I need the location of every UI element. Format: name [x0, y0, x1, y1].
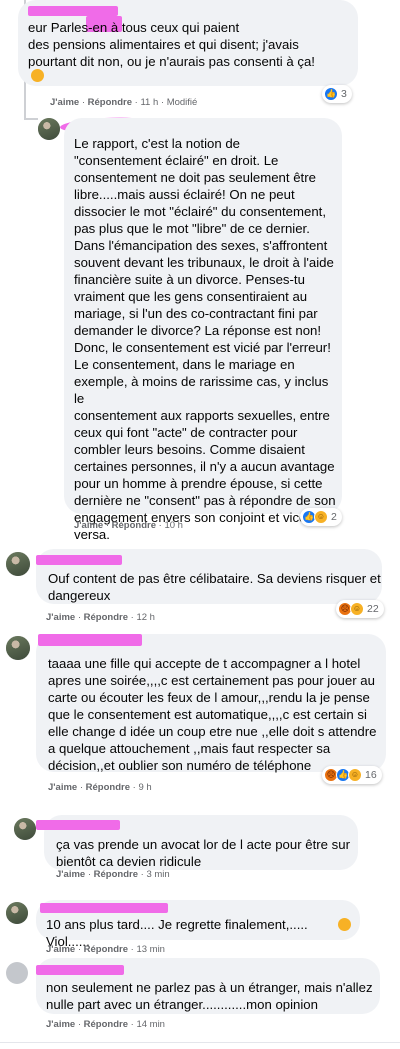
comment-timestamp[interactable]: 13 min — [136, 944, 165, 955]
like-button[interactable]: J'aime — [50, 97, 79, 108]
comment-actions: J'aime · Répondre · 13 min — [46, 944, 165, 955]
reaction-summary[interactable]: 👍 ☺ 2 — [300, 508, 342, 526]
reply-button[interactable]: Répondre — [84, 1019, 128, 1030]
comment-timestamp[interactable]: 14 min — [136, 1019, 165, 1030]
reaction-count: 22 — [367, 603, 379, 615]
comment-actions: J'aime · Répondre · 14 min — [46, 1019, 165, 1030]
reply-button[interactable]: Répondre — [94, 869, 138, 880]
redacted-author-name — [36, 555, 122, 565]
laughing-emoji-icon — [31, 69, 44, 82]
comment-text: Ouf content de pas être célibataire. Sa … — [48, 571, 381, 603]
reaction-summary[interactable]: 👍 3 — [322, 85, 352, 103]
thread-line — [24, 118, 38, 120]
comment-timestamp[interactable]: 3 min — [146, 869, 169, 880]
like-button[interactable]: J'aime — [46, 612, 75, 623]
reaction-count: 3 — [341, 88, 347, 100]
comment-timestamp[interactable]: 12 h — [136, 612, 155, 623]
avatar[interactable] — [6, 902, 28, 924]
comment-actions: J'aime · Répondre · 11 h · Modifié — [50, 97, 198, 108]
reply-button[interactable]: Répondre — [84, 944, 128, 955]
redacted-author-name — [36, 965, 124, 975]
redacted-author-name — [38, 634, 142, 646]
haha-reaction-icon: ☺ — [350, 602, 364, 616]
reaction-summary[interactable]: ☹ ☺ 22 — [336, 600, 384, 618]
comment-actions: J'aime · Répondre · 10 h — [74, 520, 183, 531]
bottom-divider — [0, 1042, 400, 1043]
reaction-count: 2 — [331, 511, 337, 523]
comment-text: Le rapport, c'est la notion de "consente… — [74, 136, 336, 542]
like-button[interactable]: J'aime — [46, 944, 75, 955]
comment-timestamp[interactable]: 9 h — [138, 782, 151, 793]
comment-text: eur Parles-en à tous ceux qui paient des… — [28, 20, 315, 69]
haha-reaction-icon: ☺ — [314, 510, 328, 524]
comment-actions: J'aime · Répondre · 3 min — [56, 869, 170, 880]
avatar[interactable] — [6, 636, 30, 660]
redacted-author-name — [28, 6, 118, 16]
comment-actions: J'aime · Répondre · 12 h — [46, 612, 155, 623]
like-button[interactable]: J'aime — [56, 869, 85, 880]
comment-timestamp[interactable]: 10 h — [164, 520, 183, 531]
like-reaction-icon: 👍 — [324, 87, 338, 101]
avatar[interactable] — [14, 818, 36, 840]
redacted-author-name — [40, 903, 168, 913]
raised-hand-emoji-icon — [338, 918, 351, 931]
reply-button[interactable]: Répondre — [112, 520, 156, 531]
reply-button[interactable]: Répondre — [88, 97, 132, 108]
comment-actions: J'aime · Répondre · 9 h — [48, 782, 152, 793]
like-button[interactable]: J'aime — [48, 782, 77, 793]
like-button[interactable]: J'aime — [46, 1019, 75, 1030]
redacted-author-name — [36, 820, 120, 830]
comment-text: taaaa une fille qui accepte de t accompa… — [48, 656, 377, 773]
haha-reaction-icon: ☺ — [348, 768, 362, 782]
avatar[interactable] — [6, 962, 28, 984]
reaction-summary[interactable]: ☹ 👍 ☺ 16 — [322, 766, 382, 784]
reply-button[interactable]: Répondre — [86, 782, 130, 793]
edited-label: Modifié — [166, 97, 198, 108]
comment-text: ça vas prende un avocat lor de l acte po… — [56, 837, 350, 869]
like-button[interactable]: J'aime — [74, 520, 103, 531]
avatar[interactable] — [38, 118, 60, 140]
reply-button[interactable]: Répondre — [84, 612, 128, 623]
reaction-count: 16 — [365, 769, 377, 781]
comment-text: non seulement ne parlez pas à un étrange… — [46, 980, 373, 1012]
comment-timestamp[interactable]: 11 h — [140, 97, 158, 108]
avatar[interactable] — [6, 552, 30, 576]
